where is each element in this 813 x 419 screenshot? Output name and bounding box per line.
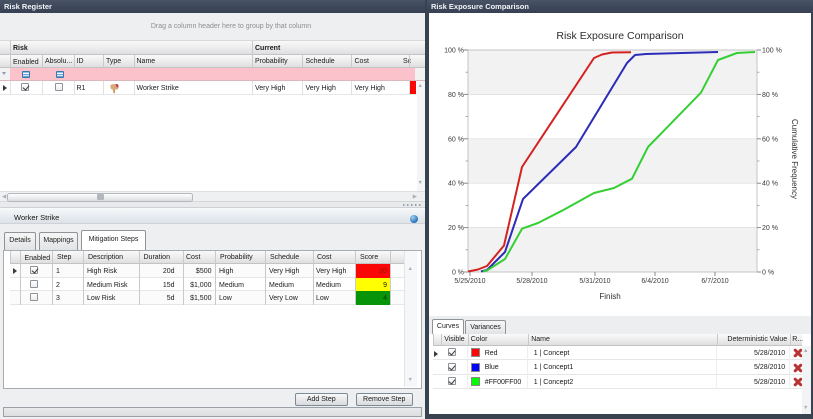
- svg-text:20 %: 20 %: [762, 225, 778, 232]
- svg-text:80 %: 80 %: [448, 92, 464, 99]
- svg-text:60 %: 60 %: [762, 136, 778, 143]
- svg-text:5/31/2010: 5/31/2010: [579, 278, 610, 285]
- svg-text:0 %: 0 %: [762, 270, 774, 277]
- svg-text:5/25/2010: 5/25/2010: [454, 278, 485, 285]
- svg-text:Finish: Finish: [599, 292, 620, 301]
- svg-text:6/4/2010: 6/4/2010: [641, 278, 668, 285]
- svg-text:40 %: 40 %: [762, 181, 778, 188]
- svg-text:5/28/2010: 5/28/2010: [516, 278, 547, 285]
- svg-text:Risk Exposure Comparison: Risk Exposure Comparison: [556, 30, 683, 42]
- svg-text:40 %: 40 %: [448, 181, 464, 188]
- svg-text:80 %: 80 %: [762, 92, 778, 99]
- svg-text:6/7/2010: 6/7/2010: [701, 278, 728, 285]
- svg-text:100 %: 100 %: [762, 48, 782, 55]
- svg-text:100 %: 100 %: [444, 48, 464, 55]
- svg-text:60 %: 60 %: [448, 136, 464, 143]
- svg-text:0 %: 0 %: [452, 270, 464, 277]
- svg-text:20 %: 20 %: [448, 225, 464, 232]
- svg-text:Cumulative Frequency: Cumulative Frequency: [790, 119, 799, 199]
